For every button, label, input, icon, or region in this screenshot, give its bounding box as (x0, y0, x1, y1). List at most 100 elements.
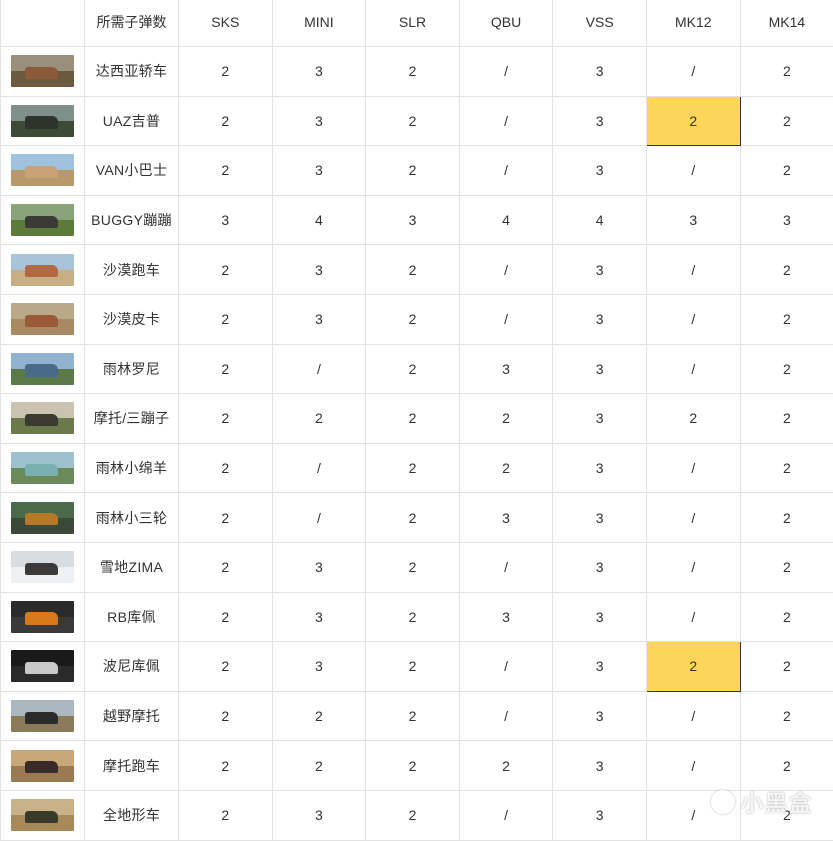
ammo-count-cell: 2 (740, 542, 833, 592)
ammo-count-cell: 2 (179, 47, 273, 97)
ammo-count-cell: 2 (366, 790, 460, 840)
header-weapon-sks: SKS (179, 0, 273, 47)
vehicle-thumbnail (11, 55, 74, 87)
header-corner-cell (1, 0, 85, 47)
ammo-count-cell: 2 (740, 344, 833, 394)
ammo-count-cell: 2 (272, 394, 366, 444)
ammo-count-cell: / (646, 592, 740, 642)
header-weapon-mini: MINI (272, 0, 366, 47)
ammo-count-cell: 3 (366, 195, 460, 245)
ammo-count-cell: / (459, 47, 553, 97)
vehicle-thumbnail (11, 502, 74, 534)
table-row: 沙漠皮卡232/3/2 (1, 294, 833, 344)
ammo-count-cell: 4 (459, 195, 553, 245)
vehicle-name: 沙漠跑车 (85, 245, 179, 295)
ammo-count-cell: 2 (179, 741, 273, 791)
vehicle-name: BUGGY蹦蹦 (85, 195, 179, 245)
ammo-count-cell: / (646, 493, 740, 543)
ammo-count-cell: / (646, 245, 740, 295)
vehicle-name: 波尼库佩 (85, 642, 179, 692)
ammo-count-cell: 2 (646, 96, 740, 146)
vehicle-thumbnail-cell (1, 195, 85, 245)
table-row: UAZ吉普232/322 (1, 96, 833, 146)
ammo-count-cell: 2 (179, 245, 273, 295)
ammo-count-cell: 2 (459, 443, 553, 493)
header-weapon-mk12: MK12 (646, 0, 740, 47)
ammo-count-cell: 2 (179, 294, 273, 344)
vehicle-thumbnail (11, 303, 74, 335)
table-row: 雨林小三轮2/233/2 (1, 493, 833, 543)
ammo-count-cell: 2 (740, 294, 833, 344)
vehicle-thumbnail (11, 452, 74, 484)
vehicle-name: 沙漠皮卡 (85, 294, 179, 344)
table-row: 雪地ZIMA232/3/2 (1, 542, 833, 592)
vehicle-thumbnail-cell (1, 146, 85, 196)
ammo-count-cell: / (646, 146, 740, 196)
ammo-count-cell: 2 (366, 245, 460, 295)
ammo-count-cell: 2 (366, 294, 460, 344)
ammo-count-cell: / (646, 344, 740, 394)
ammo-count-cell: 3 (272, 642, 366, 692)
vehicle-thumbnail (11, 650, 74, 682)
ammo-count-cell: 2 (740, 592, 833, 642)
vehicle-thumbnail-cell (1, 691, 85, 741)
ammo-count-cell: 2 (179, 96, 273, 146)
ammo-count-cell: 4 (272, 195, 366, 245)
ammo-count-cell: 2 (646, 394, 740, 444)
ammo-count-cell: 2 (740, 146, 833, 196)
ammo-count-cell: 2 (366, 443, 460, 493)
ammo-count-cell: 4 (553, 195, 647, 245)
header-row: 所需子弹数 SKS MINI SLR QBU VSS MK12 MK14 (1, 0, 833, 47)
ammo-count-cell: 3 (553, 790, 647, 840)
vehicle-thumbnail-cell (1, 394, 85, 444)
ammo-count-cell: 3 (646, 195, 740, 245)
vehicle-thumbnail-cell (1, 592, 85, 642)
ammo-count-cell: 3 (553, 691, 647, 741)
ammo-count-cell: 3 (459, 592, 553, 642)
watermark-logo-icon (711, 790, 735, 814)
vehicle-thumbnail (11, 700, 74, 732)
ammo-count-cell: 3 (553, 245, 647, 295)
ammo-count-cell: / (646, 542, 740, 592)
vehicle-name: VAN小巴士 (85, 146, 179, 196)
ammo-count-cell: 3 (272, 592, 366, 642)
ammo-count-cell: 3 (553, 344, 647, 394)
table-row: 全地形车232/3/2 (1, 790, 833, 840)
ammo-count-cell: 3 (553, 146, 647, 196)
vehicle-name: 雨林罗尼 (85, 344, 179, 394)
ammo-count-cell: / (459, 294, 553, 344)
vehicle-name: 达西亚轿车 (85, 47, 179, 97)
ammo-count-cell: 2 (366, 96, 460, 146)
ammo-count-cell: 2 (740, 691, 833, 741)
vehicle-name: 雨林小三轮 (85, 493, 179, 543)
ammo-count-cell: 2 (179, 542, 273, 592)
vehicle-name: 越野摩托 (85, 691, 179, 741)
ammo-count-cell: 2 (272, 741, 366, 791)
ammo-count-cell: / (272, 493, 366, 543)
ammo-count-cell: 3 (553, 294, 647, 344)
vehicle-thumbnail (11, 254, 74, 286)
ammo-count-cell: 3 (740, 195, 833, 245)
ammo-count-cell: 2 (179, 344, 273, 394)
ammo-count-cell: 2 (179, 592, 273, 642)
ammo-count-cell: 3 (553, 741, 647, 791)
ammo-count-cell: 2 (179, 790, 273, 840)
vehicle-thumbnail-cell (1, 294, 85, 344)
vehicle-thumbnail (11, 799, 74, 831)
ammo-count-cell: 2 (366, 592, 460, 642)
ammo-count-cell: / (646, 443, 740, 493)
ammo-count-cell: / (272, 344, 366, 394)
ammo-count-cell: 2 (179, 493, 273, 543)
ammo-count-cell: 2 (740, 443, 833, 493)
ammo-count-cell: 2 (366, 344, 460, 394)
ammo-count-cell: 3 (553, 443, 647, 493)
vehicle-thumbnail (11, 154, 74, 186)
ammo-count-cell: / (646, 741, 740, 791)
ammo-count-cell: 3 (553, 542, 647, 592)
ammo-count-cell: 3 (553, 96, 647, 146)
table-row: 波尼库佩232/322 (1, 642, 833, 692)
ammo-count-cell: / (272, 443, 366, 493)
ammo-count-cell: 3 (179, 195, 273, 245)
ammo-count-cell: 3 (459, 493, 553, 543)
vehicle-thumbnail-cell (1, 493, 85, 543)
